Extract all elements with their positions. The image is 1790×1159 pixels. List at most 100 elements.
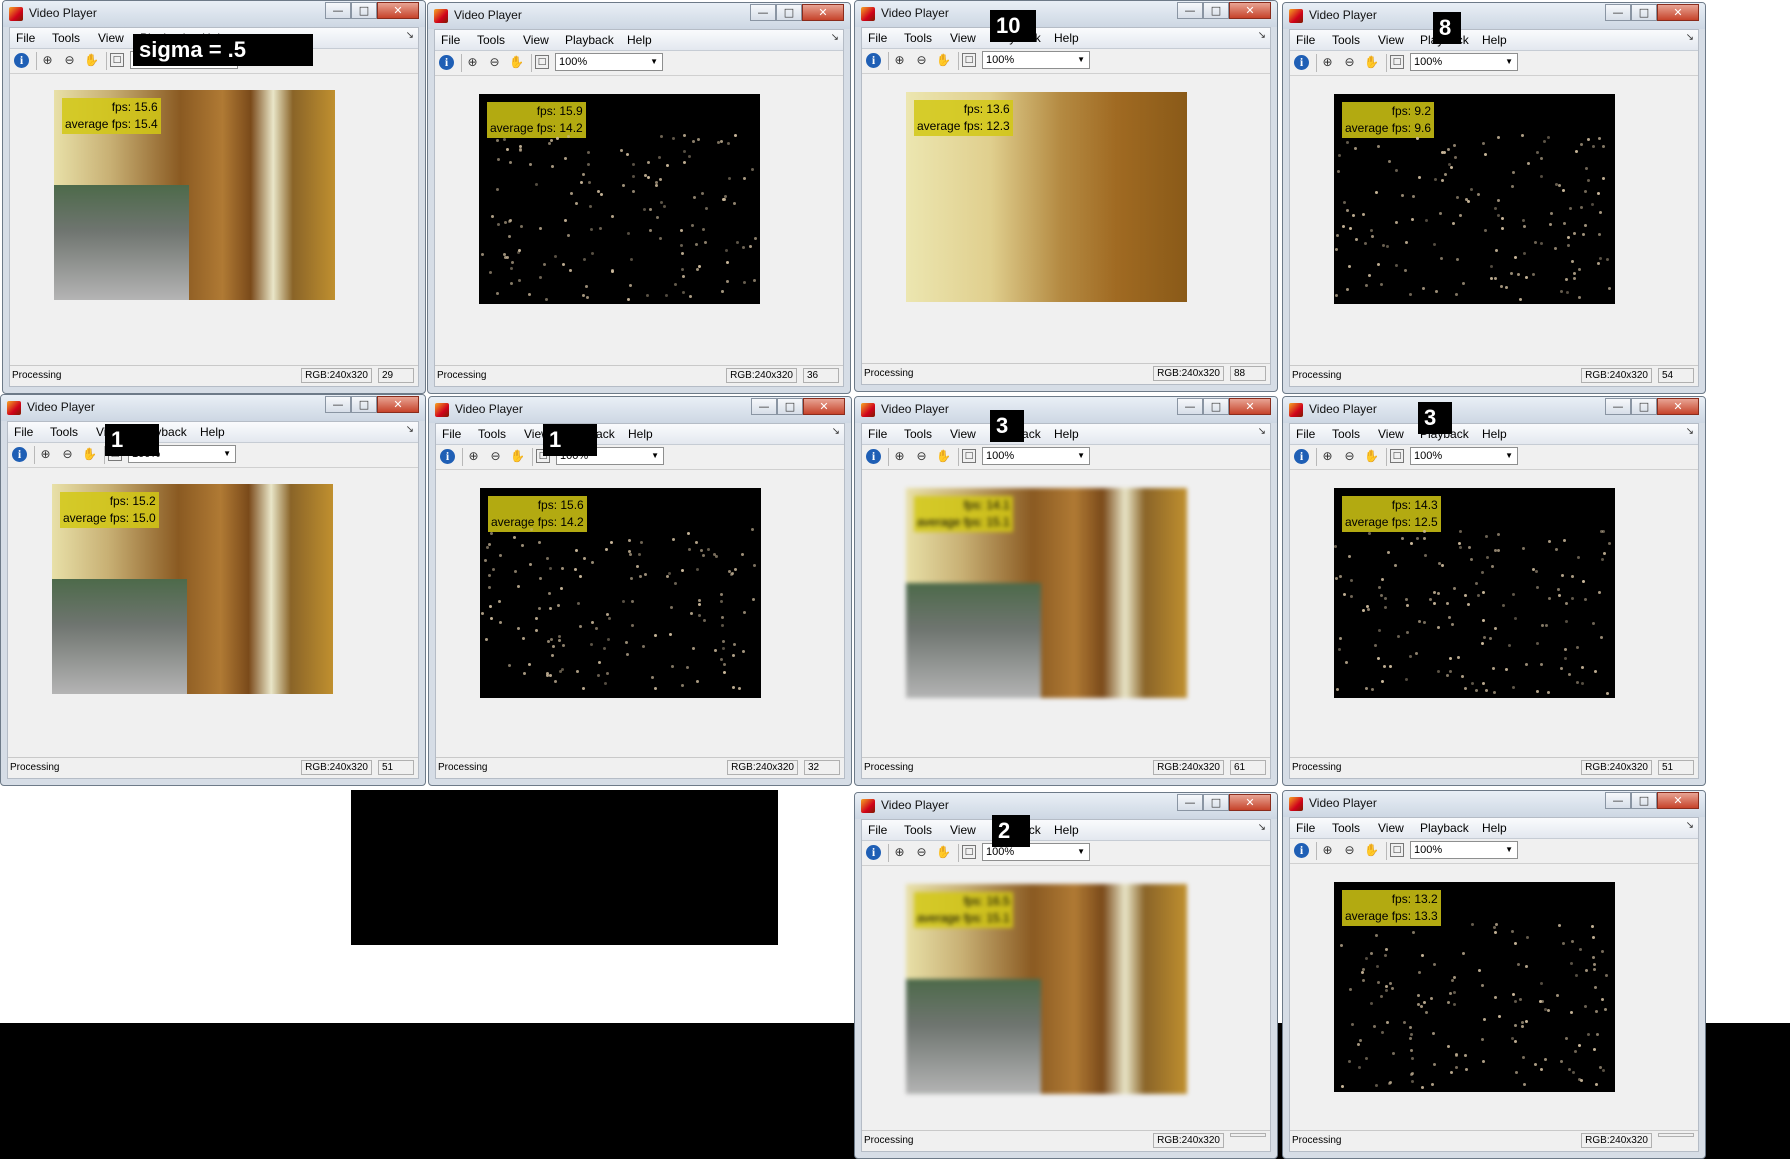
title-bar[interactable]: Video Player — □ ✕ bbox=[1283, 791, 1705, 817]
zoom-out-icon[interactable]: ⊖ bbox=[488, 449, 503, 464]
pan-hand-icon[interactable]: ✋ bbox=[1364, 55, 1379, 70]
menu-tools[interactable]: Tools bbox=[478, 427, 506, 441]
zoom-out-icon[interactable]: ⊖ bbox=[914, 845, 929, 860]
menu-file[interactable]: File bbox=[868, 823, 887, 837]
pan-hand-icon[interactable]: ✋ bbox=[509, 55, 524, 70]
fit-to-window-icon[interactable]: □ bbox=[1390, 55, 1404, 69]
zoom-out-icon[interactable]: ⊖ bbox=[60, 447, 75, 462]
title-bar[interactable]: Video Player — □ ✕ bbox=[1, 395, 425, 421]
menu-file[interactable]: File bbox=[442, 427, 461, 441]
pan-hand-icon[interactable]: ✋ bbox=[1364, 843, 1379, 858]
title-bar[interactable]: Video Player — □ ✕ bbox=[428, 3, 850, 29]
title-bar[interactable]: Video Player — □ ✕ bbox=[855, 793, 1277, 819]
close-icon[interactable]: ✕ bbox=[1657, 4, 1699, 21]
title-bar[interactable]: Video Player — □ ✕ bbox=[429, 397, 851, 423]
maximize-icon[interactable]: □ bbox=[351, 2, 377, 19]
info-icon[interactable]: i bbox=[439, 55, 454, 70]
zoom-select[interactable]: 100% ▼ bbox=[982, 447, 1090, 465]
dock-arrow-icon[interactable]: ↘ bbox=[406, 424, 414, 435]
pan-hand-icon[interactable]: ✋ bbox=[936, 53, 951, 68]
menu-file[interactable]: File bbox=[14, 425, 33, 439]
maximize-icon[interactable]: □ bbox=[1203, 2, 1229, 19]
dock-arrow-icon[interactable]: ↘ bbox=[406, 30, 414, 41]
zoom-select[interactable]: 100% ▼ bbox=[982, 51, 1090, 69]
zoom-in-icon[interactable]: ⊕ bbox=[1320, 55, 1335, 70]
menu-view[interactable]: View bbox=[523, 33, 549, 47]
menu-tools[interactable]: Tools bbox=[904, 823, 932, 837]
maximize-icon[interactable]: □ bbox=[777, 398, 803, 415]
dock-arrow-icon[interactable]: ↘ bbox=[1258, 30, 1266, 41]
zoom-in-icon[interactable]: ⊕ bbox=[1320, 843, 1335, 858]
close-icon[interactable]: ✕ bbox=[1229, 398, 1271, 415]
menu-help[interactable]: Help bbox=[1054, 823, 1079, 837]
title-bar[interactable]: Video Player — □ ✕ bbox=[1283, 397, 1705, 423]
dock-arrow-icon[interactable]: ↘ bbox=[1258, 822, 1266, 833]
maximize-icon[interactable]: □ bbox=[1631, 4, 1657, 21]
menu-tools[interactable]: Tools bbox=[1332, 33, 1360, 47]
menu-tools[interactable]: Tools bbox=[904, 31, 932, 45]
title-bar[interactable]: Video Player — □ ✕ bbox=[1283, 3, 1705, 29]
zoom-in-icon[interactable]: ⊕ bbox=[892, 449, 907, 464]
minimize-icon[interactable]: — bbox=[1177, 794, 1203, 811]
zoom-in-icon[interactable]: ⊕ bbox=[466, 449, 481, 464]
minimize-icon[interactable]: — bbox=[325, 396, 351, 413]
menu-playback[interactable]: Playback bbox=[565, 33, 614, 47]
minimize-icon[interactable]: — bbox=[750, 4, 776, 21]
zoom-select[interactable]: 100% ▼ bbox=[1410, 447, 1518, 465]
menu-help[interactable]: Help bbox=[1482, 33, 1507, 47]
menu-file[interactable]: File bbox=[868, 427, 887, 441]
menu-playback[interactable]: Playback bbox=[1420, 821, 1469, 835]
dock-arrow-icon[interactable]: ↘ bbox=[1686, 820, 1694, 831]
info-icon[interactable]: i bbox=[1294, 55, 1309, 70]
menu-help[interactable]: Help bbox=[627, 33, 652, 47]
maximize-icon[interactable]: □ bbox=[1631, 398, 1657, 415]
close-icon[interactable]: ✕ bbox=[1657, 398, 1699, 415]
fit-to-window-icon[interactable]: □ bbox=[1390, 843, 1404, 857]
title-bar[interactable]: Video Player — □ ✕ bbox=[855, 397, 1277, 423]
menu-view[interactable]: View bbox=[98, 31, 124, 45]
close-icon[interactable]: ✕ bbox=[803, 398, 845, 415]
menu-help[interactable]: Help bbox=[1054, 31, 1079, 45]
maximize-icon[interactable]: □ bbox=[351, 396, 377, 413]
close-icon[interactable]: ✕ bbox=[1229, 2, 1271, 19]
zoom-in-icon[interactable]: ⊕ bbox=[892, 845, 907, 860]
close-icon[interactable]: ✕ bbox=[802, 4, 844, 21]
dock-arrow-icon[interactable]: ↘ bbox=[1258, 426, 1266, 437]
menu-view[interactable]: View bbox=[950, 823, 976, 837]
title-bar[interactable]: Video Player — □ ✕ bbox=[855, 1, 1277, 27]
zoom-select[interactable]: 100% ▼ bbox=[555, 53, 663, 71]
menu-help[interactable]: Help bbox=[200, 425, 225, 439]
close-icon[interactable]: ✕ bbox=[377, 2, 419, 19]
zoom-out-icon[interactable]: ⊖ bbox=[914, 53, 929, 68]
pan-hand-icon[interactable]: ✋ bbox=[1364, 449, 1379, 464]
menu-tools[interactable]: Tools bbox=[1332, 427, 1360, 441]
dock-arrow-icon[interactable]: ↘ bbox=[831, 32, 839, 43]
menu-help[interactable]: Help bbox=[1482, 427, 1507, 441]
fit-to-window-icon[interactable]: □ bbox=[962, 449, 976, 463]
maximize-icon[interactable]: □ bbox=[1631, 792, 1657, 809]
minimize-icon[interactable]: — bbox=[751, 398, 777, 415]
info-icon[interactable]: i bbox=[14, 53, 29, 68]
menu-help[interactable]: Help bbox=[628, 427, 653, 441]
menu-view[interactable]: View bbox=[950, 31, 976, 45]
dock-arrow-icon[interactable]: ↘ bbox=[1686, 426, 1694, 437]
menu-file[interactable]: File bbox=[1296, 33, 1315, 47]
info-icon[interactable]: i bbox=[866, 449, 881, 464]
menu-tools[interactable]: Tools bbox=[477, 33, 505, 47]
info-icon[interactable]: i bbox=[1294, 843, 1309, 858]
zoom-in-icon[interactable]: ⊕ bbox=[38, 447, 53, 462]
menu-help[interactable]: Help bbox=[1054, 427, 1079, 441]
close-icon[interactable]: ✕ bbox=[1229, 794, 1271, 811]
menu-file[interactable]: File bbox=[868, 31, 887, 45]
zoom-in-icon[interactable]: ⊕ bbox=[1320, 449, 1335, 464]
menu-view[interactable]: View bbox=[1378, 427, 1404, 441]
menu-tools[interactable]: Tools bbox=[52, 31, 80, 45]
maximize-icon[interactable]: □ bbox=[1203, 398, 1229, 415]
zoom-select[interactable]: 100% ▼ bbox=[1410, 841, 1518, 859]
menu-view[interactable]: View bbox=[1378, 821, 1404, 835]
dock-arrow-icon[interactable]: ↘ bbox=[832, 426, 840, 437]
menu-file[interactable]: File bbox=[1296, 427, 1315, 441]
pan-hand-icon[interactable]: ✋ bbox=[510, 449, 525, 464]
fit-to-window-icon[interactable]: □ bbox=[962, 845, 976, 859]
maximize-icon[interactable]: □ bbox=[776, 4, 802, 21]
